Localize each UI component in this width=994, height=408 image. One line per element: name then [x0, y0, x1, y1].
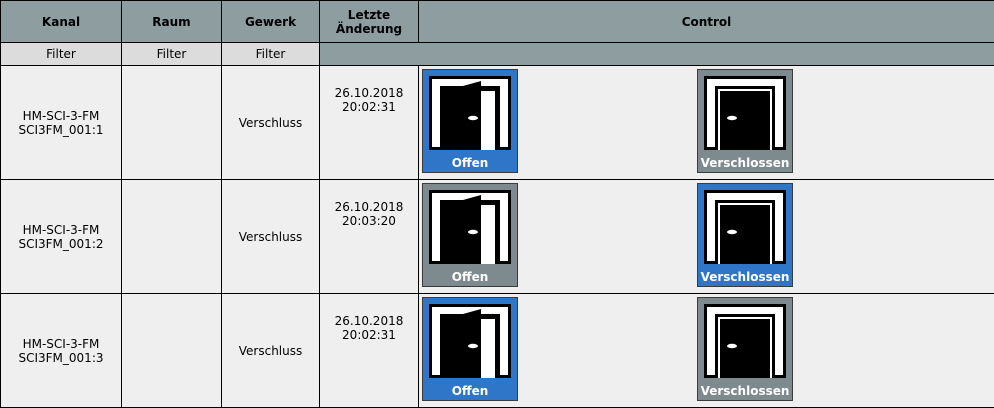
- filter-empty: [319, 42, 994, 66]
- header-kanal[interactable]: Kanal: [0, 0, 122, 43]
- header-control: Control: [418, 0, 994, 43]
- header-letzte-line2: Änderung: [335, 21, 403, 36]
- gewerk-cell: Verschluss: [221, 179, 320, 294]
- change-time: 20:03:20: [342, 214, 396, 228]
- open-button[interactable]: Offen: [422, 183, 518, 287]
- closed-label: Verschlossen: [700, 270, 790, 284]
- channel-name: SCI3FM_001:3: [18, 350, 104, 365]
- table-row: HM-SCI-3-FM SCI3FM_001:2 Verschluss 26.1…: [0, 179, 994, 294]
- control-cell: Offen Verschlossen: [418, 65, 994, 180]
- device-name: HM-SCI-3-FM: [22, 222, 100, 237]
- open-label: Offen: [451, 384, 489, 398]
- control-cell: Offen Verschlossen: [418, 293, 994, 408]
- header-row: Kanal Raum Gewerk Letzte Änderung Contro…: [0, 0, 994, 43]
- table-row: HM-SCI-3-FM SCI3FM_001:1 Verschluss 26.1…: [0, 65, 994, 180]
- change-date: 26.10.2018: [334, 314, 404, 328]
- gewerk-cell: Verschluss: [221, 65, 320, 180]
- header-letzte-line1: Letzte: [347, 7, 391, 22]
- kanal-cell: HM-SCI-3-FM SCI3FM_001:1: [0, 65, 122, 180]
- door-closed-icon: [704, 190, 786, 264]
- table-row: HM-SCI-3-FM SCI3FM_001:3 Verschluss 26.1…: [0, 293, 994, 408]
- change-date: 26.10.2018: [334, 200, 404, 214]
- change-time: 20:02:31: [342, 328, 396, 342]
- door-closed-icon: [704, 304, 786, 378]
- door-closed-icon: [704, 76, 786, 150]
- timestamp-cell: 26.10.2018 20:02:31: [319, 293, 419, 408]
- header-raum[interactable]: Raum: [121, 0, 222, 43]
- channel-name: SCI3FM_001:2: [18, 236, 104, 251]
- raum-cell: [121, 65, 222, 180]
- timestamp-cell: 26.10.2018 20:03:20: [319, 179, 419, 294]
- control-cell: Offen Verschlossen: [418, 179, 994, 294]
- open-button[interactable]: Offen: [422, 297, 518, 401]
- channel-name: SCI3FM_001:1: [18, 122, 104, 137]
- device-table: Kanal Raum Gewerk Letzte Änderung Contro…: [0, 0, 994, 408]
- header-letzte-aenderung[interactable]: Letzte Änderung: [319, 0, 419, 43]
- header-gewerk[interactable]: Gewerk: [221, 0, 320, 43]
- gewerk-cell: Verschluss: [221, 293, 320, 408]
- closed-label: Verschlossen: [700, 384, 790, 398]
- device-name: HM-SCI-3-FM: [22, 108, 100, 123]
- filter-row: Filter Filter Filter: [0, 42, 994, 66]
- door-open-icon: [429, 76, 511, 150]
- open-button[interactable]: Offen: [422, 69, 518, 173]
- change-time: 20:02:31: [342, 100, 396, 114]
- closed-button[interactable]: Verschlossen: [697, 297, 793, 401]
- filter-gewerk[interactable]: Filter: [221, 42, 320, 66]
- raum-cell: [121, 293, 222, 408]
- kanal-cell: HM-SCI-3-FM SCI3FM_001:3: [0, 293, 122, 408]
- closed-label: Verschlossen: [700, 156, 790, 170]
- device-name: HM-SCI-3-FM: [22, 336, 100, 351]
- filter-kanal[interactable]: Filter: [0, 42, 122, 66]
- raum-cell: [121, 179, 222, 294]
- filter-raum[interactable]: Filter: [121, 42, 222, 66]
- closed-button[interactable]: Verschlossen: [697, 183, 793, 287]
- kanal-cell: HM-SCI-3-FM SCI3FM_001:2: [0, 179, 122, 294]
- change-date: 26.10.2018: [334, 86, 404, 100]
- open-label: Offen: [451, 156, 489, 170]
- closed-button[interactable]: Verschlossen: [697, 69, 793, 173]
- door-open-icon: [429, 304, 511, 378]
- timestamp-cell: 26.10.2018 20:02:31: [319, 65, 419, 180]
- open-label: Offen: [451, 270, 489, 284]
- door-open-icon: [429, 190, 511, 264]
